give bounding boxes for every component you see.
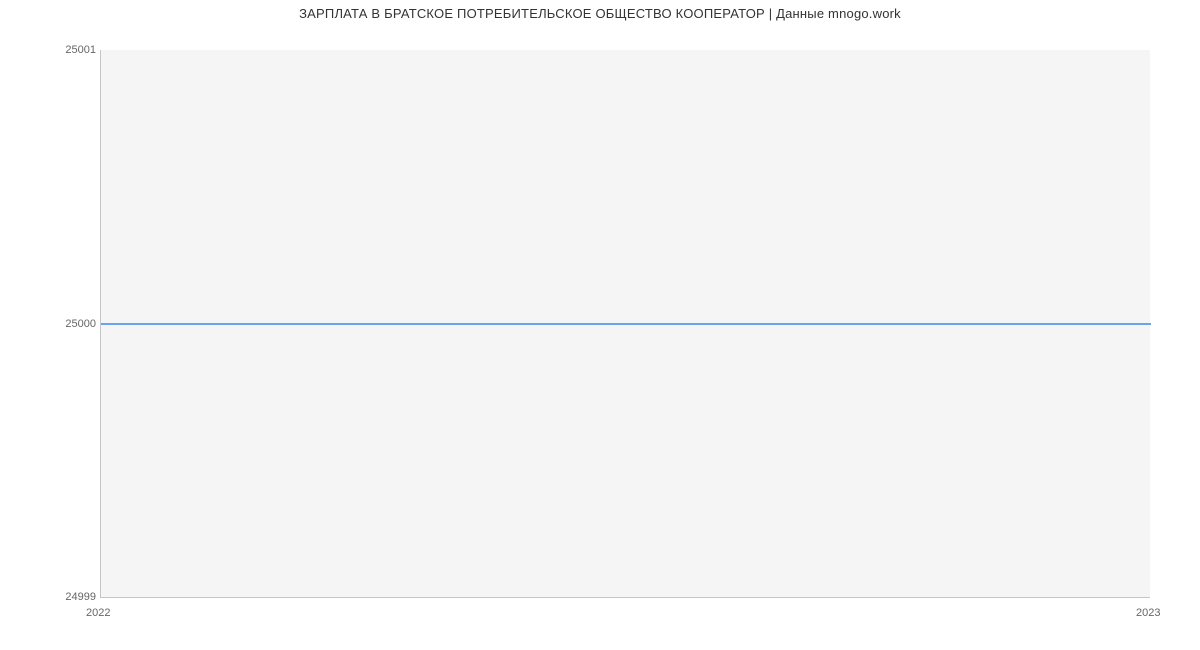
y-tick-label: 25001 xyxy=(6,45,96,56)
data-line xyxy=(101,323,1151,325)
chart-title: ЗАРПЛАТА В БРАТСКОЕ ПОТРЕБИТЕЛЬСКОЕ ОБЩЕ… xyxy=(0,6,1200,21)
plot-area xyxy=(100,50,1150,598)
y-tick-label: 25000 xyxy=(6,319,96,330)
chart-container: ЗАРПЛАТА В БРАТСКОЕ ПОТРЕБИТЕЛЬСКОЕ ОБЩЕ… xyxy=(0,0,1200,650)
x-tick-label: 2023 xyxy=(1136,608,1160,619)
y-tick-label: 24999 xyxy=(6,592,96,603)
x-tick-label: 2022 xyxy=(86,608,110,619)
